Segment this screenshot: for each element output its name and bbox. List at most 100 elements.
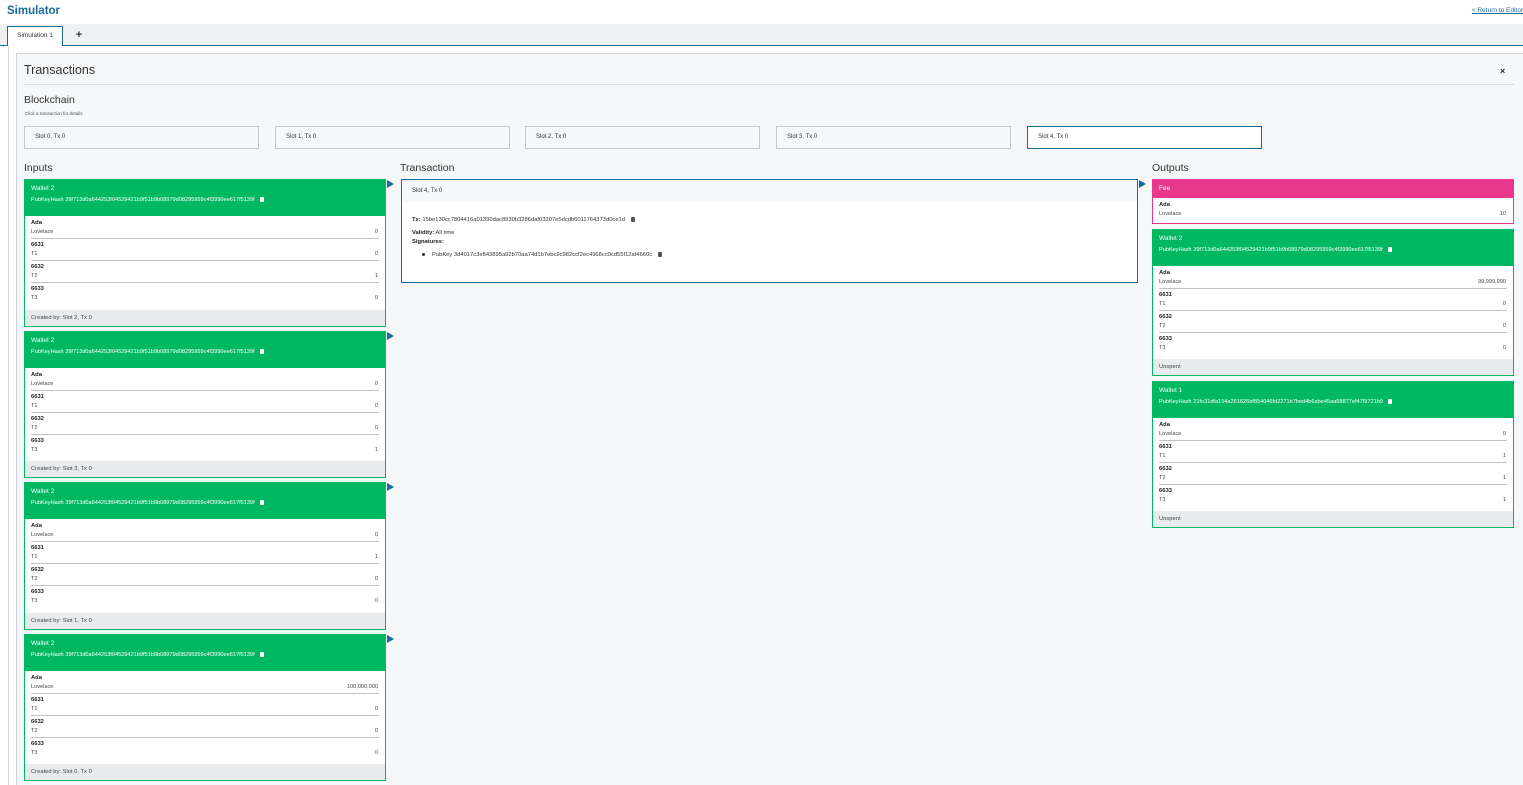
token-row: Lovelace 0 (31, 228, 379, 239)
output-card[interactable]: Wallet 1 PubKeyHash 21fe31dfa154a261626b… (1152, 381, 1514, 528)
pubkey-hash: PubKeyHash 39f713d0a644253f04529421b9f51… (31, 197, 255, 203)
card-body: Ada Lovelace 0 6631 T1 1 6632 T2 0 6633 T3 0 (25, 519, 385, 608)
currency-6631: 6631 (31, 697, 44, 703)
input-card[interactable]: Wallet 2 PubKeyHash 39f713d0a644253f0452… (24, 482, 386, 630)
currency-6632: 6632 (1159, 314, 1172, 320)
currency-6632: 6632 (31, 264, 44, 270)
wallet-name: Wallet 1 (1159, 387, 1183, 394)
tab-bar: Simulation 1 + (0, 24, 1523, 46)
blockchain-tx-slot-3[interactable]: Slot 3, Tx 0 (776, 126, 1011, 149)
token-amount: 10 (1499, 211, 1506, 217)
output-card[interactable]: Wallet 2 PubKeyHash 39f713d0a644253f0452… (1152, 229, 1514, 376)
clipboard-icon[interactable] (631, 217, 635, 222)
currency-ada: Ada (31, 675, 42, 681)
card-header: Wallet 2 PubKeyHash 39f713d0a644253f0452… (25, 180, 385, 216)
currency-6632: 6632 (31, 416, 44, 422)
token-row: T1 0 (31, 250, 379, 261)
token-row: T3 0 (31, 295, 378, 301)
blockchain-tx-slot-0[interactable]: Slot 0, Tx 0 (24, 126, 259, 149)
wallet-name: Wallet 2 (31, 185, 55, 192)
token-row: T2 0 (1159, 322, 1507, 333)
card-header: Wallet 2 PubKeyHash 39f713d0a644253f0452… (25, 332, 385, 368)
pubkey-hash: PubKeyHash 39f713d0a644253f04529421b9f51… (31, 500, 255, 506)
token-row: T3 0 (31, 750, 378, 756)
clipboard-icon[interactable] (658, 252, 663, 257)
card-footer[interactable]: Created by: Slot 1, Tx 0 (25, 613, 385, 629)
close-icon[interactable]: × (1500, 66, 1505, 76)
app-title: Simulator (7, 5, 61, 17)
wallet-name: Wallet 2 (31, 488, 55, 495)
currency-6633: 6633 (1159, 488, 1172, 494)
card-footer[interactable]: Created by: Slot 0, Tx 0 (25, 764, 385, 780)
token-row: Lovelace 10 (1159, 211, 1506, 217)
currency-ada: Ada (31, 220, 42, 226)
card-body: Ada Lovelace 0 6631 T1 1 6632 T2 1 6633 T3 1 (1153, 418, 1513, 507)
blockchain-tx-slot-1[interactable]: Slot 1, Tx 0 (275, 126, 510, 149)
clipboard-icon[interactable] (1387, 399, 1392, 405)
token-row: T3 1 (31, 447, 378, 453)
token-amount: 0 (374, 251, 378, 257)
blockchain-tx-slot-2[interactable]: Slot 2, Tx 0 (525, 126, 760, 149)
token-row: T1 0 (31, 705, 379, 716)
token-amount: 0 (374, 381, 378, 387)
blockchain-hint: Click a transaction for details (25, 111, 83, 116)
play-arrow-icon (387, 635, 394, 643)
wallet-name: Wallet 2 (31, 337, 55, 344)
transaction-title: Transaction (400, 162, 455, 174)
currency-6633: 6633 (31, 286, 44, 292)
add-simulation-button[interactable]: + (72, 28, 86, 42)
currency-6631: 6631 (1159, 444, 1172, 450)
card-footer: Unspent (1153, 359, 1513, 375)
input-card[interactable]: Wallet 2 PubKeyHash 39f713d0a644253f0452… (24, 179, 386, 327)
clipboard-icon[interactable] (259, 197, 264, 203)
token-amount: 1 (1502, 475, 1506, 481)
currency-6632: 6632 (31, 719, 44, 725)
card-footer[interactable]: Created by: Slot 3, Tx 0 (25, 461, 385, 477)
token-amount: 100,000,000 (346, 684, 378, 690)
clipboard-icon[interactable] (259, 349, 264, 355)
token-amount: 0 (374, 229, 378, 235)
card-footer: Unspent (1153, 511, 1513, 527)
currency-ada: Ada (1159, 202, 1170, 208)
card-header: Wallet 2 PubKeyHash 39f713d0a644253f0452… (25, 635, 385, 671)
clipboard-icon[interactable] (1387, 247, 1392, 253)
currency-6631: 6631 (31, 545, 44, 551)
blockchain-title: Blockchain (24, 94, 75, 106)
return-to-editor-link[interactable]: < Return to Editor (1472, 7, 1523, 14)
token-amount: 0 (374, 532, 378, 538)
panel-divider (24, 84, 1514, 85)
token-amount: 0 (1502, 431, 1506, 437)
currency-6631: 6631 (31, 242, 44, 248)
token-amount: 0 (374, 750, 378, 756)
validity-value: All time (435, 230, 455, 236)
token-row: T1 1 (1159, 452, 1507, 463)
card-body: Ada Lovelace 100,000,000 6631 T1 0 6632 T2… (25, 671, 385, 760)
clipboard-icon[interactable] (259, 652, 264, 658)
token-row: T1 0 (31, 402, 379, 413)
currency-6633: 6633 (1159, 336, 1172, 342)
token-amount: 99,999,990 (1478, 279, 1506, 285)
transaction-slot: Slot 4, Tx 0 (402, 180, 1137, 202)
blockchain-tx-slot-4[interactable]: Slot 4, Tx 0 (1027, 126, 1262, 149)
token-amount: 0 (1502, 301, 1506, 307)
validity-label: Validity: (412, 230, 435, 236)
input-card[interactable]: Wallet 2 PubKeyHash 39f713d0a644253f0452… (24, 634, 386, 781)
pubkey-hash: PubKeyHash 39f713d0a644253f04529421b9f51… (1159, 247, 1383, 253)
clipboard-icon[interactable] (259, 500, 264, 506)
play-arrow-icon (387, 332, 394, 340)
input-card[interactable]: Wallet 2 PubKeyHash 39f713d0a644253f0452… (24, 331, 386, 478)
outputs-title: Outputs (1152, 162, 1189, 174)
token-row: T2 1 (31, 272, 379, 283)
tab-simulation-1[interactable]: Simulation 1 (7, 26, 63, 46)
token-row: Lovelace 0 (1159, 430, 1507, 441)
card-footer[interactable]: Created by: Slot 2, Tx 0 (25, 310, 385, 326)
token-amount: 1 (1502, 497, 1506, 503)
play-arrow-icon (1139, 180, 1146, 188)
panel-title: Transactions (24, 63, 96, 77)
card-body: Ada Lovelace 0 6631 T1 0 6632 T2 0 6633 T3 1 (25, 368, 385, 457)
currency-6633: 6633 (31, 438, 44, 444)
token-row: T2 0 (31, 575, 379, 586)
fee-card: Fee Ada Lovelace 10 (1152, 179, 1514, 224)
token-amount: 0 (374, 728, 378, 734)
card-header: Wallet 1 PubKeyHash 21fe31dfa154a261626b… (1153, 382, 1513, 418)
